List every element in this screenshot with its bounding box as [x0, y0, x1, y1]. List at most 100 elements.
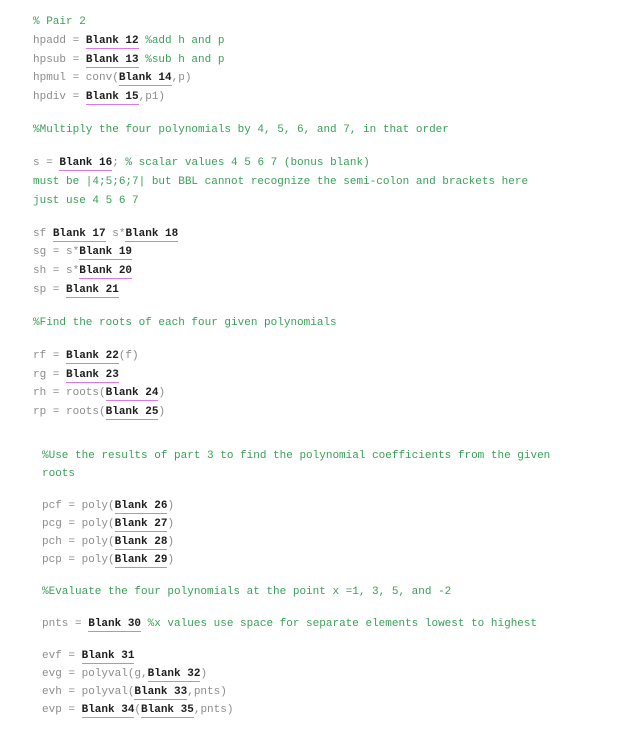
code-line: pcf = poly(Blank 26) [42, 499, 175, 514]
answer-blank[interactable]: Blank 25 [105, 406, 159, 420]
code-comment: %add h and p [138, 35, 225, 47]
answer-blank[interactable]: Blank 19 [79, 246, 133, 260]
code-line: rp = roots(Blank 25) [33, 405, 166, 420]
answer-blank[interactable]: Blank 34 [81, 704, 135, 718]
answer-blank[interactable]: Blank 23 [66, 369, 119, 383]
code-text: pcf = poly( [42, 500, 115, 512]
code-text: evg = polyval(g, [42, 668, 148, 680]
code-line: sp = Blank 21 [33, 283, 119, 298]
code-text: ,p) [171, 72, 192, 84]
code-line: %Evaluate the four polynomials at the po… [42, 585, 451, 599]
code-comment: % Pair 2 [33, 16, 86, 28]
answer-blank[interactable]: Blank 29 [114, 554, 168, 568]
code-text: s = [33, 157, 60, 169]
answer-blank[interactable]: Blank 12 [85, 35, 139, 49]
code-text: evf = [42, 650, 82, 662]
code-text: ) [158, 387, 166, 399]
code-text: ) [200, 668, 208, 680]
code-text: hpsub = [33, 54, 86, 66]
code-line: sg = s*Blank 19 [33, 245, 133, 260]
code-line: hpmul = conv(Blank 14,p) [33, 71, 192, 86]
answer-blank[interactable]: Blank 24 [105, 387, 159, 401]
code-line: evg = polyval(g,Blank 32) [42, 667, 208, 682]
code-line: hpadd = Blank 12 %add h and p [33, 34, 225, 49]
answer-blank[interactable]: Blank 16 [59, 157, 113, 171]
code-line: pcg = poly(Blank 27) [42, 517, 175, 532]
code-comment: % scalar values 4 5 6 7 (bonus blank) [118, 157, 370, 169]
answer-blank[interactable]: Blank 20 [79, 265, 133, 279]
code-text: hpmul = conv( [33, 72, 119, 84]
code-text: ) [167, 536, 175, 548]
code-text: pnts = [42, 618, 89, 630]
answer-blank[interactable]: Blank 22 [66, 350, 119, 364]
answer-blank[interactable]: Blank 35 [141, 704, 194, 718]
code-line: just use 4 5 6 7 [33, 194, 139, 208]
code-comment: %Evaluate the four polynomials at the po… [42, 586, 452, 598]
code-text: sg = s* [33, 246, 80, 258]
code-text: ) [158, 406, 166, 418]
code-line: %Find the roots of each four given polyn… [33, 316, 337, 330]
code-line: evf = Blank 31 [42, 649, 135, 664]
answer-blank[interactable]: Blank 28 [114, 536, 168, 550]
code-line: sf Blank 17 s*Blank 18 [33, 227, 179, 242]
code-line: roots [42, 467, 75, 481]
answer-blank[interactable]: Blank 33 [134, 686, 188, 700]
answer-blank[interactable]: Blank 31 [81, 650, 135, 664]
code-comment: %Find the roots of each four given polyn… [33, 317, 337, 329]
answer-blank[interactable]: Blank 15 [85, 91, 139, 105]
code-text: hpdiv = [33, 91, 86, 103]
answer-blank[interactable]: Blank 21 [66, 284, 119, 298]
code-comment: %x values use space for separate element… [141, 618, 538, 630]
code-line: pch = poly(Blank 28) [42, 535, 175, 550]
code-text: s* [105, 228, 126, 240]
code-line: hpsub = Blank 13 %sub h and p [33, 53, 225, 68]
code-text: sp = [33, 284, 67, 296]
answer-blank[interactable]: Blank 14 [118, 72, 172, 86]
code-comment: just use 4 5 6 7 [33, 195, 139, 207]
code-comment: %sub h and p [138, 54, 225, 66]
code-text: pcp = poly( [42, 554, 115, 566]
code-comment: must be |4;5;6;7| but BBL cannot recogni… [33, 176, 529, 188]
code-line: rh = roots(Blank 24) [33, 386, 166, 401]
code-line: rg = Blank 23 [33, 368, 119, 383]
code-line: s = Blank 16; % scalar values 4 5 6 7 (b… [33, 156, 370, 171]
code-comment: %Multiply the four polynomials by 4, 5, … [33, 124, 449, 136]
code-text: (f) [118, 350, 139, 362]
code-comment: roots [42, 468, 76, 480]
code-line: rf = Blank 22(f) [33, 349, 139, 364]
answer-blank[interactable]: Blank 17 [52, 228, 106, 242]
code-comment: %Use the results of part 3 to find the p… [42, 450, 551, 462]
answer-blank[interactable]: Blank 26 [114, 500, 168, 514]
answer-blank[interactable]: Blank 13 [85, 54, 139, 68]
code-line: must be |4;5;6;7| but BBL cannot recogni… [33, 175, 528, 189]
answer-blank[interactable]: Blank 18 [125, 228, 179, 242]
code-line: pnts = Blank 30 %x values use space for … [42, 617, 538, 632]
code-text: rf = [33, 350, 67, 362]
answer-blank[interactable]: Blank 32 [147, 668, 201, 682]
code-text: ) [167, 554, 175, 566]
code-line: hpdiv = Blank 15,p1) [33, 90, 166, 105]
code-line: pcp = poly(Blank 29) [42, 553, 175, 568]
code-text: rp = roots( [33, 406, 106, 418]
code-text: ) [167, 518, 175, 530]
code-line: evh = polyval(Blank 33,pnts) [42, 685, 227, 700]
code-line: sh = s*Blank 20 [33, 264, 133, 279]
code-line: %Use the results of part 3 to find the p… [42, 449, 550, 463]
code-text: hpadd = [33, 35, 86, 47]
answer-blank[interactable]: Blank 27 [114, 518, 168, 532]
code-text: pch = poly( [42, 536, 115, 548]
code-text: ,p1) [138, 91, 166, 103]
code-text: sh = s* [33, 265, 80, 277]
code-text: ,pnts) [187, 686, 227, 698]
code-text: ; [112, 157, 119, 169]
code-line: % Pair 2 [33, 15, 86, 29]
code-text: ,pnts) [193, 704, 234, 716]
code-text: rg = [33, 369, 67, 381]
answer-blank[interactable]: Blank 30 [88, 618, 142, 632]
code-line: evp = Blank 34(Blank 35,pnts) [42, 703, 234, 718]
code-text: rh = roots( [33, 387, 106, 399]
code-text: ) [167, 500, 175, 512]
code-text: sf [33, 228, 53, 240]
code-text: pcg = poly( [42, 518, 115, 530]
code-text: evp = [42, 704, 82, 716]
